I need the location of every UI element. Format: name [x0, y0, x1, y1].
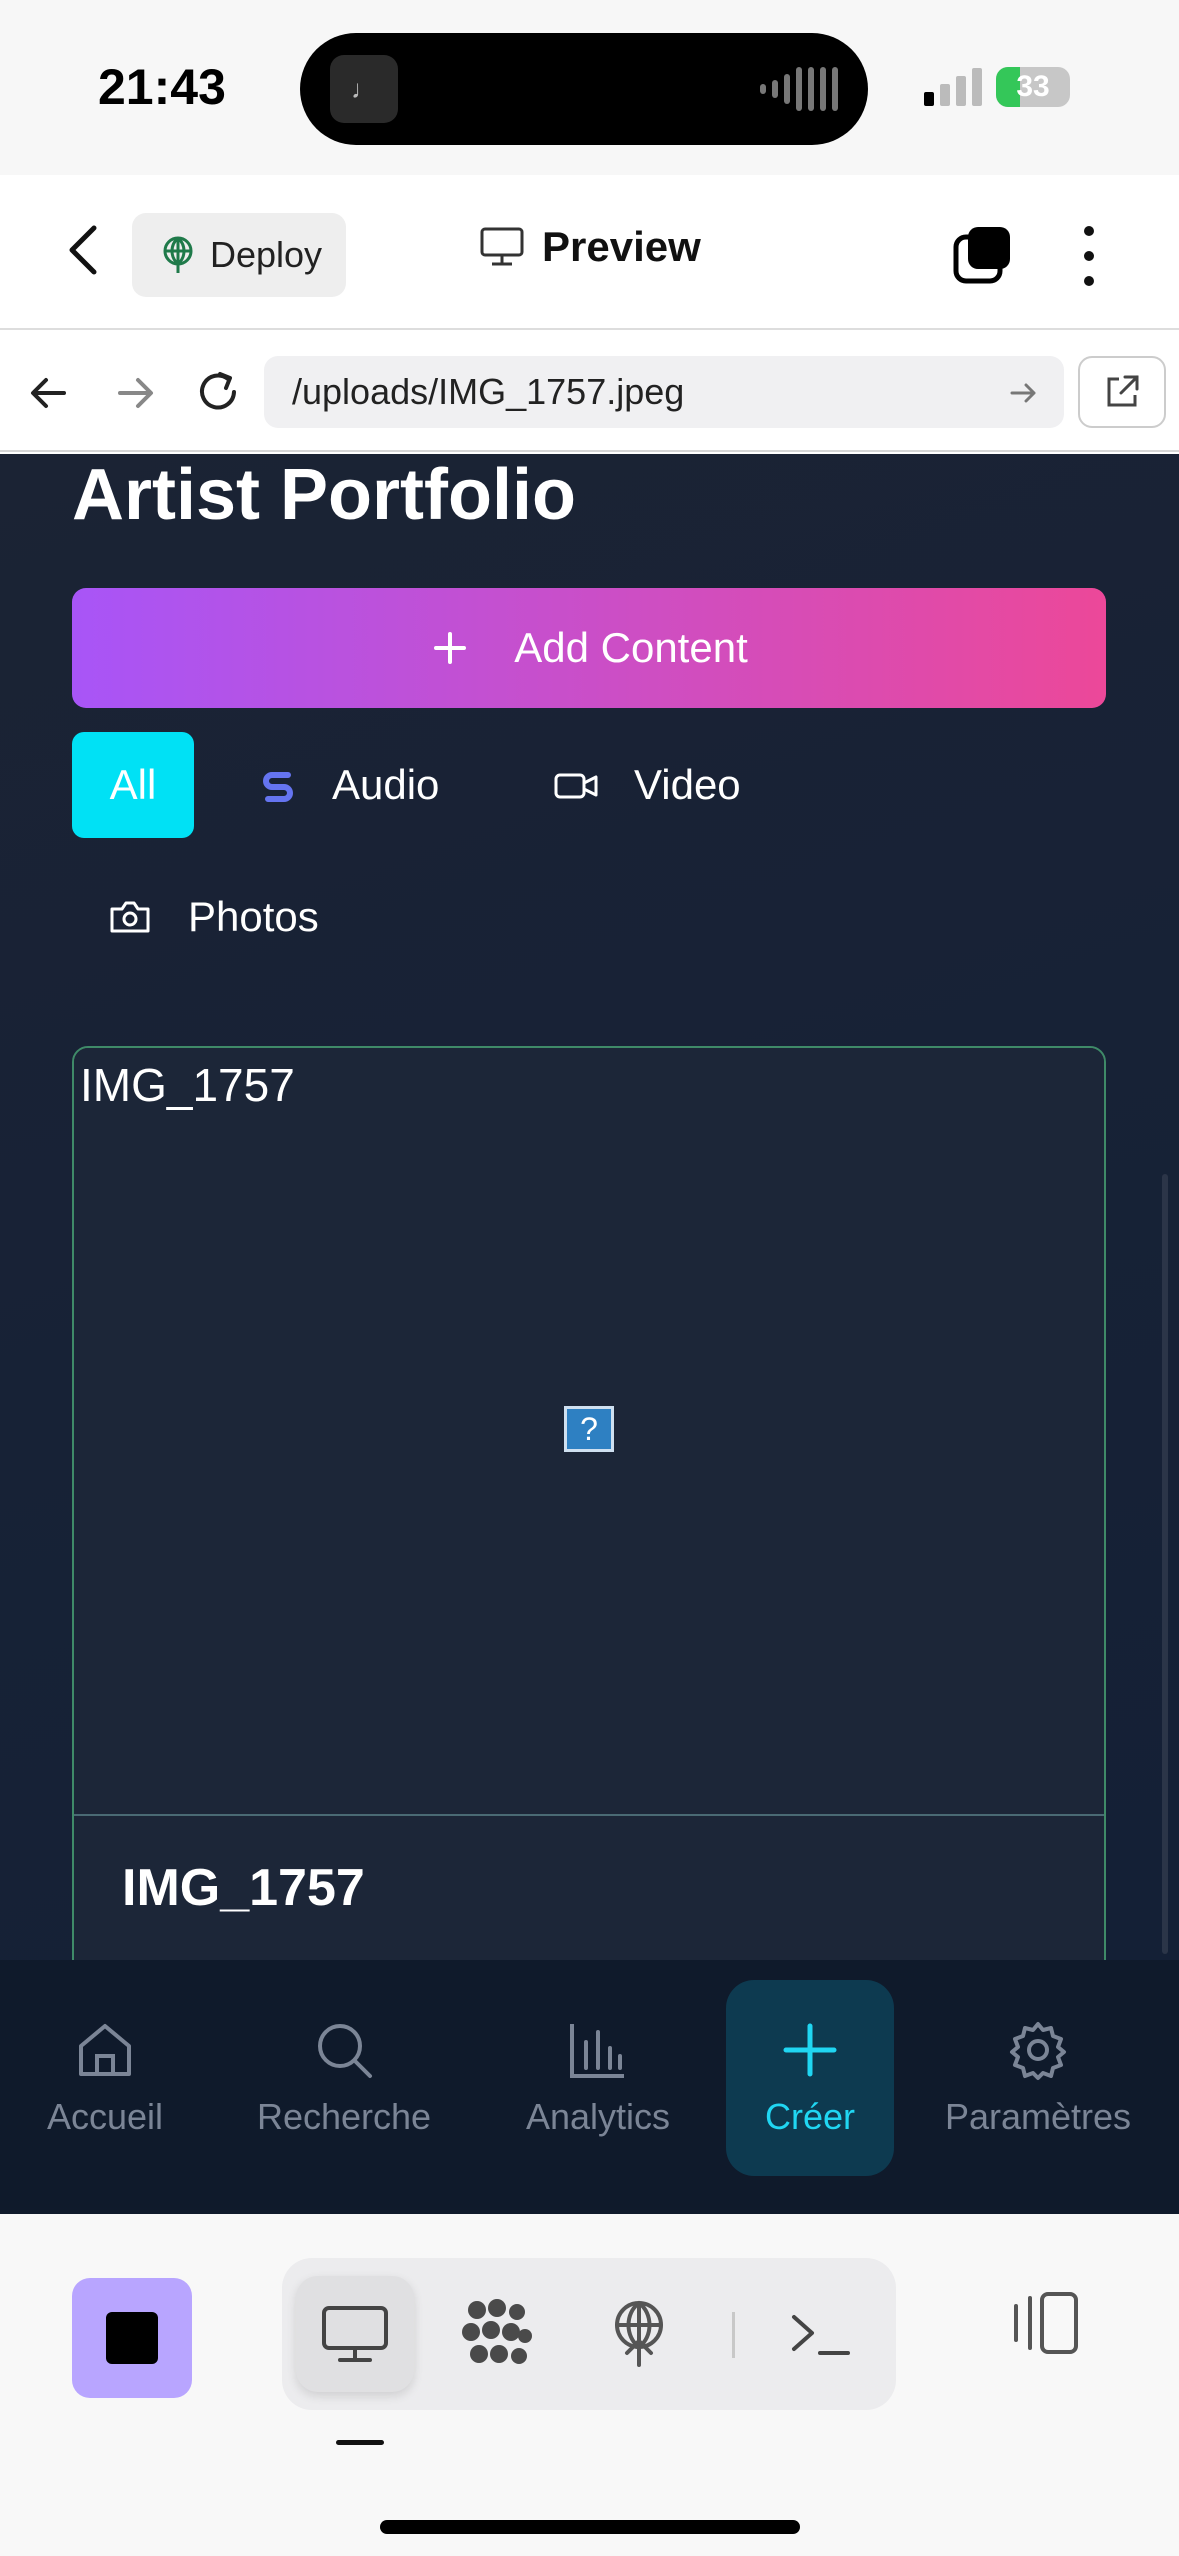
bottom-dock [0, 2214, 1179, 2556]
deploy-icon [615, 2301, 663, 2367]
dock-deploy-tab[interactable] [580, 2276, 698, 2392]
nav-analytics[interactable]: Analytics [512, 1980, 684, 2176]
cellular-signal-icon [924, 66, 982, 106]
plus-icon [783, 2023, 837, 2077]
scrollbar[interactable] [1162, 1174, 1168, 1954]
nav-recherche-label: Recherche [256, 2096, 432, 2137]
dock-agents-tab[interactable] [438, 2276, 556, 2392]
tabs-icon [953, 227, 1010, 284]
camera-icon [110, 901, 150, 933]
home-icon [79, 2024, 131, 2076]
arrow-left-icon [31, 378, 66, 408]
filter-photos-label: Photos [188, 893, 319, 940]
go-arrow-icon[interactable] [1006, 376, 1040, 410]
filter-audio[interactable]: Audio [258, 732, 439, 838]
image-alt-text: IMG_1757 [80, 1059, 295, 1111]
search-icon [318, 2024, 372, 2078]
add-content-label: Add Content [514, 624, 748, 671]
nav-creer-label: Créer [764, 2096, 856, 2137]
url-bar: /uploads/IMG_1757.jpeg [0, 332, 1179, 452]
broken-image-icon: ? [564, 1406, 614, 1452]
page-title: Artist Portfolio [72, 455, 576, 535]
filter-all[interactable]: All [72, 732, 194, 838]
dots-cluster-icon [462, 2299, 532, 2364]
reload-button[interactable] [190, 364, 246, 420]
nav-creer[interactable]: Créer [726, 1980, 894, 2176]
dock-tab-group [282, 2258, 896, 2410]
preview-label: Preview [542, 223, 701, 270]
music-app-icon: ♩ [330, 55, 398, 123]
nav-accueil[interactable]: Accueil [30, 1980, 180, 2176]
nav-analytics-label: Analytics [525, 2096, 671, 2137]
active-tab-indicator [336, 2440, 384, 2445]
bottom-navigation: Accueil Recherche Analytics Créer Paramè… [0, 1960, 1179, 2214]
open-external-button[interactable] [1078, 356, 1166, 428]
status-bar: 21:43 ♩ 33 [0, 0, 1179, 175]
dock-terminal-tab[interactable] [762, 2276, 880, 2392]
external-link-icon [1107, 375, 1139, 407]
browser-forward-button[interactable] [110, 368, 160, 418]
back-button[interactable] [60, 220, 110, 280]
home-indicator[interactable] [380, 2520, 800, 2534]
nav-accueil-label: Accueil [46, 2096, 164, 2137]
filter-all-label: All [109, 761, 157, 808]
monitor-icon [322, 2306, 388, 2362]
monitor-icon [480, 227, 524, 266]
battery-icon: 33 [996, 67, 1070, 107]
terminal-icon [792, 2315, 850, 2355]
filter-audio-label: Audio [332, 761, 440, 808]
arrow-right-icon [118, 378, 153, 408]
main-content: Artist Portfolio Add Content All Audio V… [0, 454, 1179, 1960]
battery-percentage: 33 [1016, 70, 1050, 103]
filter-video-label: Video [634, 761, 741, 808]
stop-icon [106, 2312, 158, 2364]
status-time: 21:43 [98, 59, 226, 115]
gear-icon [1010, 2022, 1066, 2080]
url-text: /uploads/IMG_1757.jpeg [292, 371, 685, 412]
nav-recherche[interactable]: Recherche [244, 1980, 444, 2176]
spotify-s-icon [263, 772, 293, 802]
nav-parametres[interactable]: Paramètres [930, 1980, 1146, 2176]
dock-preview-tab[interactable] [296, 2276, 414, 2392]
filter-video[interactable]: Video [552, 732, 741, 838]
card-title: IMG_1757 [122, 1859, 365, 1917]
deploy-label: Deploy [210, 234, 323, 275]
plus-icon [434, 632, 467, 664]
preview-title: Preview [480, 223, 701, 271]
audio-wave-icon [760, 65, 838, 113]
more-options-button[interactable] [1072, 223, 1106, 289]
browser-back-button[interactable] [24, 368, 74, 418]
chevron-left-icon [69, 225, 97, 275]
stop-button[interactable] [72, 2278, 192, 2398]
add-content-button[interactable]: Add Content [72, 588, 1106, 708]
video-camera-icon [554, 773, 598, 799]
bar-chart-icon [570, 2024, 624, 2078]
reload-icon [200, 372, 236, 410]
split-view-icon [1014, 2292, 1078, 2354]
url-input[interactable]: /uploads/IMG_1757.jpeg [264, 356, 1064, 428]
split-view-button[interactable] [1006, 2284, 1086, 2364]
deploy-icon [163, 236, 193, 273]
more-vertical-icon [1084, 226, 1094, 286]
media-card[interactable]: IMG_1757 ? IMG_1757 [72, 1046, 1106, 1960]
dynamic-island[interactable]: ♩ [300, 33, 868, 145]
tabs-button[interactable] [952, 223, 1014, 285]
media-image[interactable]: IMG_1757 ? [74, 1048, 1104, 1816]
deploy-button[interactable]: Deploy [132, 213, 346, 297]
nav-parametres-label: Paramètres [944, 2096, 1132, 2137]
dock-separator [732, 2312, 735, 2358]
filter-photos[interactable]: Photos [106, 864, 319, 970]
top-toolbar: Deploy Preview [0, 175, 1179, 330]
